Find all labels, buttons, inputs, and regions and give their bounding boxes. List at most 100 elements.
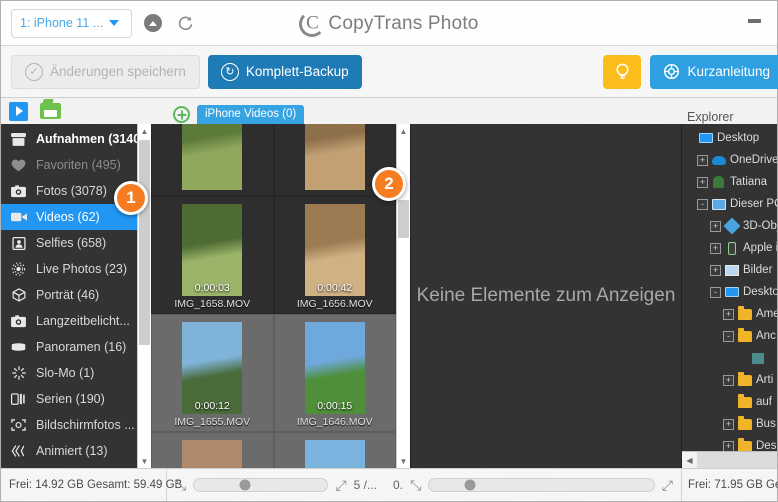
thumbnail-cell[interactable]: 0:00:13IMG_1729.MOV xyxy=(151,432,274,468)
grid-scroll-up-icon[interactable]: ▲ xyxy=(397,124,410,138)
thumbnail-grid-pane: 0:00:03 IMG_1658.MOV 0:00:42 IMG_1656.MOV 0:… xyxy=(151,124,411,468)
mid-zoom-knob[interactable] xyxy=(464,479,476,491)
tree-expander-icon[interactable]: + xyxy=(710,264,721,276)
sidebar-item-12[interactable]: Animiert (13) xyxy=(1,438,151,464)
mid-zoom-out-icon[interactable]: ⤡ xyxy=(410,477,421,494)
folder-icon xyxy=(737,306,752,321)
sidebar-item-8[interactable]: Panoramen (16) xyxy=(1,334,151,360)
device-tabs xyxy=(1,98,167,124)
tree-expander-icon[interactable]: + xyxy=(697,176,708,188)
tree-horizontal-scrollbar[interactable]: ◀ xyxy=(682,451,777,468)
video-camera-icon xyxy=(10,210,27,225)
tree-node-3[interactable]: - Dieser PC xyxy=(682,193,777,215)
mid-zoom-slider[interactable] xyxy=(428,478,655,492)
tree-expander-icon[interactable]: + xyxy=(710,242,721,254)
scroll-up-icon[interactable]: ▲ xyxy=(138,124,151,138)
tree-node-0[interactable]: Desktop xyxy=(682,127,777,149)
tree-node-9[interactable]: - Anc xyxy=(682,325,777,347)
pc-storage-section: Frei: 71.95 GB Ges xyxy=(681,469,778,501)
tree-expander-icon[interactable]: + xyxy=(723,418,734,430)
tree-node-12[interactable]: auf xyxy=(682,391,777,413)
thumbnail-cell[interactable] xyxy=(151,124,274,196)
monitor-icon xyxy=(698,131,713,145)
tree-node-4[interactable]: +3D-Obj xyxy=(682,215,777,237)
burst-icon xyxy=(10,392,27,407)
sidebar-item-9[interactable]: Slo-Mo (1) xyxy=(1,360,151,386)
sidebar-item-7[interactable]: Langzeitbelicht... xyxy=(1,308,151,334)
sidebar-item-6[interactable]: Porträt (46) xyxy=(1,282,151,308)
folder-icon xyxy=(737,394,752,409)
tree-node-11[interactable]: + Arti xyxy=(682,369,777,391)
sidebar-item-label: Live Photos (23) xyxy=(36,262,128,276)
thumbnail-cell[interactable]: 0:00:42 IMG_1656.MOV xyxy=(273,196,396,314)
scroll-down-icon[interactable]: ▼ xyxy=(138,454,151,468)
tree-expander-icon[interactable]: + xyxy=(723,308,734,320)
tree-expander-icon[interactable]: + xyxy=(723,374,734,386)
animated-icon xyxy=(10,444,27,459)
thumbnail-cell[interactable]: 0:00:15 IMG_1646.MOV xyxy=(273,314,396,432)
tree-node-label: Bilder xyxy=(743,264,773,276)
minimize-button[interactable] xyxy=(737,7,771,35)
video-tab-icon[interactable] xyxy=(9,101,28,121)
lightbulb-icon xyxy=(616,63,629,79)
sidebar-scroll-thumb[interactable] xyxy=(139,140,150,345)
album-tab-icon[interactable] xyxy=(40,103,61,119)
tree-node-5[interactable]: + Apple iP xyxy=(682,237,777,259)
quickstart-button[interactable]: Kurzanleitung xyxy=(650,54,778,89)
tips-button[interactable] xyxy=(603,54,642,89)
tree-node-10[interactable] xyxy=(682,347,777,369)
tree-node-13[interactable]: + Bus xyxy=(682,413,777,435)
plus-circle-icon[interactable] xyxy=(173,106,190,123)
sidebar-scrollbar[interactable]: ▲ ▼ xyxy=(137,124,151,468)
status-bar: Frei: 14.92 GB Gesamt: 59.49 GB ⤡ ⤢ 5 /.… xyxy=(1,468,778,501)
thumbnail-cell[interactable]: 0:00:07IMG_1720.MOV xyxy=(273,432,396,468)
tree-node-2[interactable]: + Tatiana xyxy=(682,171,777,193)
device-selector[interactable]: 1: iPhone 11 ... xyxy=(11,8,132,38)
tree-node-label: Apple iP xyxy=(743,242,777,254)
tree-expander-icon[interactable]: - xyxy=(697,198,708,210)
refresh-icon[interactable] xyxy=(174,12,196,34)
tree-expander-icon[interactable]: - xyxy=(710,286,721,298)
tree-node-7[interactable]: - Desktop xyxy=(682,281,777,303)
sidebar-item-1[interactable]: Favoriten (495) xyxy=(1,152,151,178)
thumbnail-cell[interactable]: 0:00:03 IMG_1658.MOV xyxy=(151,196,274,314)
tree-node-label: Arti xyxy=(756,374,774,386)
tab-iphone-videos[interactable]: iPhone Videos (0) xyxy=(197,105,305,124)
grid-scroll-thumb[interactable] xyxy=(398,200,409,238)
grid-count-label: 5 /... xyxy=(353,478,377,492)
pc-target-pane[interactable]: Keine Elemente zum Anzeigen xyxy=(411,124,681,468)
tree-node-8[interactable]: + Ame xyxy=(682,303,777,325)
tree-expander-icon[interactable]: - xyxy=(723,330,734,342)
sidebar-item-label: Slo-Mo (1) xyxy=(36,366,95,380)
sidebar-item-0[interactable]: Aufnahmen (3140) xyxy=(1,126,151,152)
grid-scroll-down-icon[interactable]: ▼ xyxy=(397,454,410,468)
thumbnail-image: 0:00:13 xyxy=(182,440,243,468)
zoom-out-icon[interactable]: ⤡ xyxy=(175,477,186,494)
tree-expander-icon[interactable]: + xyxy=(697,154,708,166)
sidebar-item-10[interactable]: Serien (190) xyxy=(1,386,151,412)
grid-zoom-knob[interactable] xyxy=(239,479,251,491)
sidebar-item-11[interactable]: Bildschirmfotos ... xyxy=(1,412,151,438)
sidebar-item-4[interactable]: Selfies (658) xyxy=(1,230,151,256)
full-backup-button[interactable]: ↻ Komplett-Backup xyxy=(207,54,362,89)
copytrans-photo-window: 1: iPhone 11 ... CopyTrans Photo ✓ Änder… xyxy=(0,0,778,502)
eject-icon[interactable] xyxy=(142,12,164,34)
tree-node-6[interactable]: + Bilder xyxy=(682,259,777,281)
mid-zoom-in-icon[interactable]: ⤢ xyxy=(662,477,673,494)
tree-expander-icon[interactable]: + xyxy=(723,440,734,452)
thumbnail-cell[interactable]: 0:00:12 IMG_1655.MOV xyxy=(151,314,274,432)
folder-icon xyxy=(737,328,752,343)
sidebar-item-5[interactable]: Live Photos (23) xyxy=(1,256,151,282)
album-list: Aufnahmen (3140) Favoriten (495) Fotos (30… xyxy=(1,124,151,468)
tree-expander-icon[interactable]: + xyxy=(710,220,721,232)
tree-scroll-left-icon[interactable]: ◀ xyxy=(682,452,697,468)
save-changes-button[interactable]: ✓ Änderungen speichern xyxy=(11,54,200,89)
grid-zoom-slider[interactable] xyxy=(193,478,329,492)
sidebar-item-label: Favoriten (495) xyxy=(36,158,121,172)
tab-strip: iPhone Videos (0) Explorer xyxy=(1,98,777,124)
slomo-icon xyxy=(10,366,27,381)
tree-node-1[interactable]: + OneDrive xyxy=(682,149,777,171)
zoom-in-icon[interactable]: ⤢ xyxy=(335,477,346,494)
thumbnail-image: 0:00:15 xyxy=(304,322,365,414)
copytrans-logo-icon xyxy=(299,11,326,37)
